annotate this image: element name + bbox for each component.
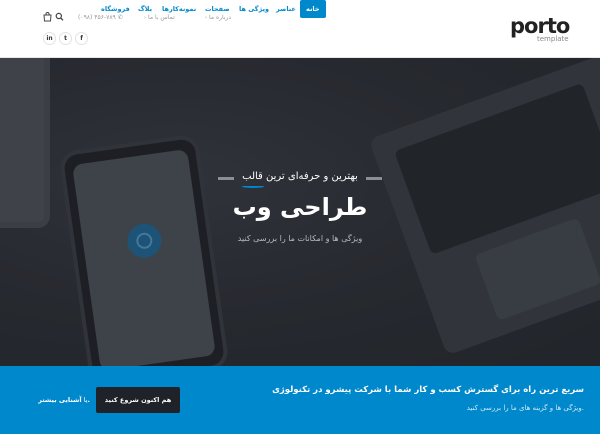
start-now-button[interactable]: هم اکنون شروع کنید (96, 387, 180, 413)
hero-subtitle: بهترین و حرفه‌ای ترین قالب (242, 171, 358, 182)
nav-label: عناصر (276, 5, 296, 13)
nav-label: صفحات (205, 5, 230, 13)
hero-description: ویژگی ها و امکانات ما را بررسی کنید (237, 234, 363, 243)
nav-item-features[interactable]: ویژگی ها (239, 0, 269, 18)
nav-label: ویژگی ها (239, 5, 270, 13)
nav-item-home[interactable]: خانه (300, 0, 326, 18)
twitter-icon[interactable]: t (59, 32, 72, 45)
hero-banner: بهترین و حرفه‌ای ترین قالب طراحی وب ویژگ… (0, 58, 600, 366)
logo-subtitle: template (537, 35, 569, 43)
cta-title: سریع ترین راه برای گسترش کسب و کار شما ب… (272, 385, 584, 395)
learn-more-wrapper: یا آشنایی بیشتر. (38, 393, 90, 407)
call-to-action-band: سریع ترین راه برای گسترش کسب و کار شما ب… (0, 366, 600, 434)
porto-logo[interactable]: porto template (510, 14, 590, 44)
subtitle-right-dash (366, 177, 382, 180)
nav-item-pages[interactable]: صفحات (205, 0, 230, 18)
nav-item-elements[interactable]: عناصر (276, 0, 296, 18)
site-header: porto template › درباره ما › تماس با ما (۰… (0, 0, 600, 58)
search-icon[interactable] (55, 12, 64, 26)
nav-item-blog[interactable]: بلاگ (138, 0, 152, 18)
linkedin-icon[interactable]: in (43, 32, 56, 45)
nav-label: نمونه‌کارها (162, 5, 197, 13)
learn-more-link[interactable]: آشنایی بیشتر. (38, 396, 90, 404)
nav-item-shop[interactable]: فروشگاه (101, 0, 130, 18)
subtitle-underline (242, 185, 264, 188)
nav-item-portfolio[interactable]: نمونه‌کارها (162, 0, 196, 18)
facebook-icon[interactable]: f (75, 32, 88, 45)
cta-text: ویژگی ها و گزینه های ما را بررسی کنید. (466, 404, 584, 412)
nav-label: بلاگ (138, 5, 153, 13)
nav-label: فروشگاه (101, 5, 130, 13)
hero-title: طراحی وب (232, 193, 368, 221)
cart-icon[interactable] (43, 12, 52, 26)
